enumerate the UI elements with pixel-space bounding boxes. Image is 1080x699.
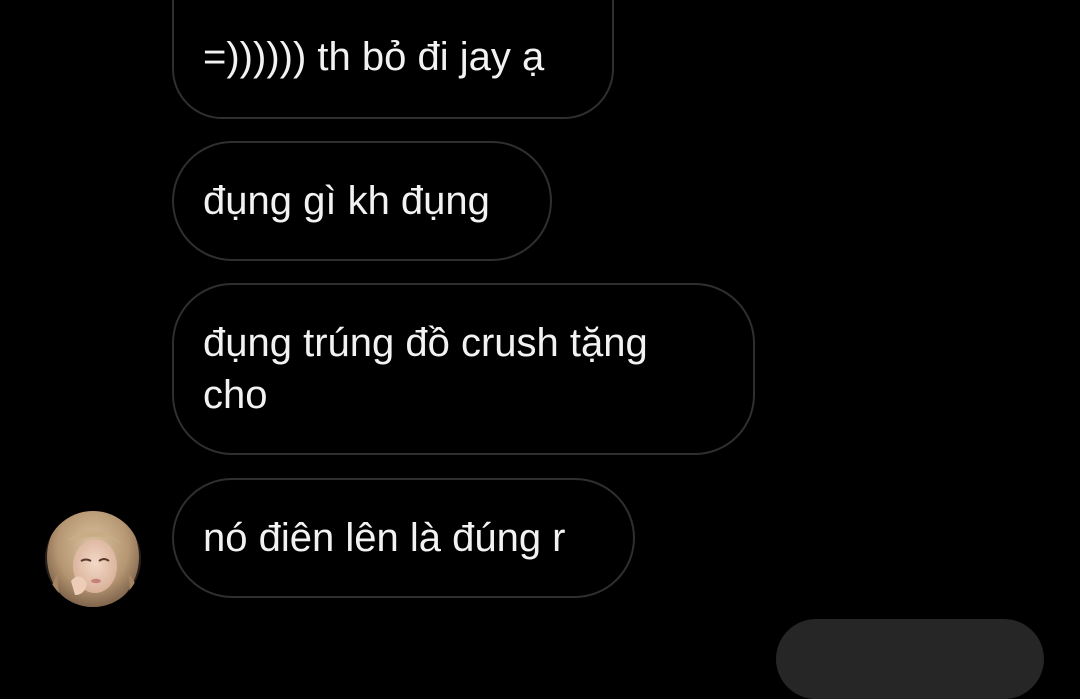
message-text: đụng trúng đồ crush tặng cho <box>203 321 648 417</box>
outgoing-message-bubble[interactable] <box>776 619 1044 699</box>
message-text: =)))))) th bỏ đi jay ạ <box>203 34 545 79</box>
avatar-portrait-icon <box>45 511 141 607</box>
incoming-message-bubble[interactable]: đụng gì kh đụng <box>172 141 552 261</box>
message-thread: =)))))) th bỏ đi jay ạ đụng gì kh đụng đ… <box>0 0 1080 699</box>
incoming-message-bubble[interactable]: nó điên lên là đúng r <box>172 478 635 598</box>
message-text: nó điên lên là đúng r <box>203 516 566 560</box>
incoming-message-bubble[interactable]: =)))))) th bỏ đi jay ạ <box>172 0 614 119</box>
incoming-message-bubble[interactable]: đụng trúng đồ crush tặng cho <box>172 283 755 455</box>
message-text: đụng gì kh đụng <box>203 179 490 223</box>
user-avatar-icon[interactable] <box>45 511 141 607</box>
